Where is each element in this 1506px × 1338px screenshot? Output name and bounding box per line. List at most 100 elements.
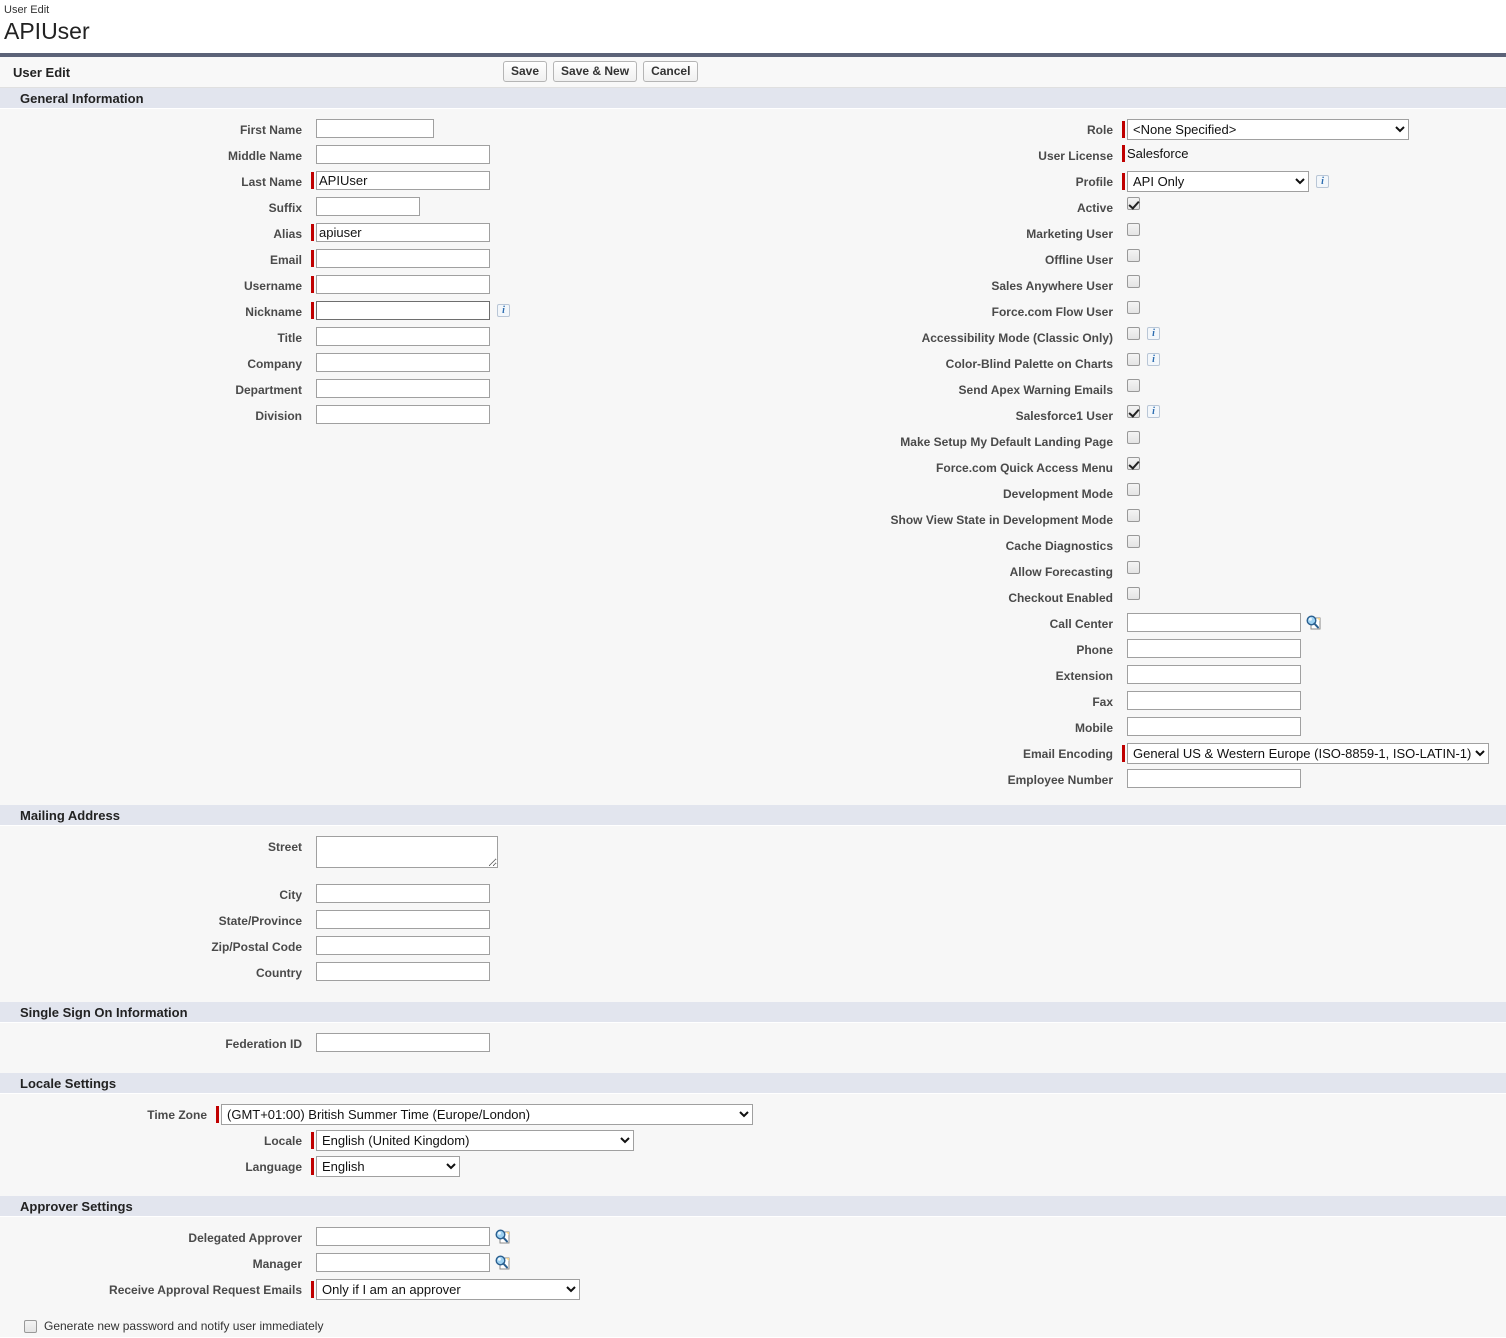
cache-diagnostics-checkbox[interactable] bbox=[1127, 535, 1140, 548]
label-last-name: Last Name bbox=[0, 171, 311, 190]
field-row-first-name: First Name bbox=[0, 119, 753, 145]
label-setup-landing: Make Setup My Default Landing Page bbox=[753, 431, 1122, 450]
field-row-flow-user: Force.com Flow User bbox=[753, 301, 1506, 327]
cancel-button[interactable]: Cancel bbox=[643, 61, 698, 82]
delegated-approver-input[interactable] bbox=[316, 1227, 490, 1246]
phone-input[interactable] bbox=[1127, 639, 1301, 658]
info-icon[interactable]: i bbox=[1316, 175, 1329, 188]
sso-left-column: Federation ID bbox=[0, 1033, 753, 1059]
time-zone-select[interactable]: (GMT+01:00) British Summer Time (Europe/… bbox=[221, 1104, 753, 1125]
label-quick-access: Force.com Quick Access Menu bbox=[753, 457, 1122, 476]
extension-input[interactable] bbox=[1127, 665, 1301, 684]
label-country: Country bbox=[0, 962, 311, 981]
street-textarea[interactable] bbox=[316, 836, 498, 868]
title-input[interactable] bbox=[316, 327, 490, 346]
required-marker bbox=[1122, 121, 1125, 138]
generate-password-checkbox[interactable] bbox=[24, 1320, 37, 1333]
last-name-input[interactable] bbox=[316, 171, 490, 190]
city-input[interactable] bbox=[316, 884, 490, 903]
middle-name-input[interactable] bbox=[316, 145, 490, 164]
suffix-input[interactable] bbox=[316, 197, 420, 216]
section-header-locale-settings: Locale Settings bbox=[0, 1073, 1506, 1094]
label-flow-user: Force.com Flow User bbox=[753, 301, 1122, 320]
action-toolbar: User Edit Save Save & New Cancel bbox=[0, 57, 1506, 88]
apex-warning-checkbox[interactable] bbox=[1127, 379, 1140, 392]
mobile-input[interactable] bbox=[1127, 717, 1301, 736]
field-row-dev-mode: Development Mode bbox=[753, 483, 1506, 509]
field-row-state-province: State/Province bbox=[0, 910, 753, 936]
generate-password-label: Generate new password and notify user im… bbox=[44, 1319, 323, 1333]
color-blind-checkbox[interactable] bbox=[1127, 353, 1140, 366]
language-select[interactable]: English bbox=[316, 1156, 460, 1177]
label-active: Active bbox=[753, 197, 1122, 216]
username-input[interactable] bbox=[316, 275, 490, 294]
label-color-blind: Color-Blind Palette on Charts bbox=[753, 353, 1122, 372]
receive-approval-emails-select[interactable]: Only if I am an approver bbox=[316, 1279, 580, 1300]
profile-select[interactable]: API Only bbox=[1127, 171, 1309, 192]
allow-forecasting-checkbox[interactable] bbox=[1127, 561, 1140, 574]
marketing-user-checkbox[interactable] bbox=[1127, 223, 1140, 236]
dev-mode-checkbox[interactable] bbox=[1127, 483, 1140, 496]
breadcrumb: User Edit bbox=[4, 4, 1506, 17]
department-input[interactable] bbox=[316, 379, 490, 398]
field-row-username: Username bbox=[0, 275, 753, 301]
info-icon[interactable]: i bbox=[1147, 405, 1160, 418]
company-input[interactable] bbox=[316, 353, 490, 372]
label-receive-approval-emails: Receive Approval Request Emails bbox=[0, 1279, 311, 1298]
field-row-color-blind: Color-Blind Palette on Charts i bbox=[753, 353, 1506, 379]
field-row-division: Division bbox=[0, 405, 753, 431]
zip-input[interactable] bbox=[316, 936, 490, 955]
active-checkbox[interactable] bbox=[1127, 197, 1140, 210]
required-marker bbox=[311, 250, 314, 267]
label-user-license: User License bbox=[753, 145, 1122, 164]
field-row-time-zone: Time Zone (GMT+01:00) British Summer Tim… bbox=[0, 1104, 753, 1130]
first-name-input[interactable] bbox=[316, 119, 434, 138]
label-federation-id: Federation ID bbox=[0, 1033, 311, 1052]
employee-number-input[interactable] bbox=[1127, 769, 1301, 788]
label-zip: Zip/Postal Code bbox=[0, 936, 311, 955]
lookup-icon[interactable] bbox=[494, 1254, 512, 1271]
country-input[interactable] bbox=[316, 962, 490, 981]
label-sales-anywhere-user: Sales Anywhere User bbox=[753, 275, 1122, 294]
lookup-icon[interactable] bbox=[1305, 614, 1323, 631]
save-button[interactable]: Save bbox=[503, 61, 547, 82]
offline-user-checkbox[interactable] bbox=[1127, 249, 1140, 262]
call-center-input[interactable] bbox=[1127, 613, 1301, 632]
division-input[interactable] bbox=[316, 405, 490, 424]
flow-user-checkbox[interactable] bbox=[1127, 301, 1140, 314]
label-middle-name: Middle Name bbox=[0, 145, 311, 164]
lookup-icon[interactable] bbox=[494, 1228, 512, 1245]
fax-input[interactable] bbox=[1127, 691, 1301, 710]
general-left-column: First Name Middle Name Last Name bbox=[0, 119, 753, 795]
label-cache-diagnostics: Cache Diagnostics bbox=[753, 535, 1122, 554]
info-icon[interactable]: i bbox=[1147, 353, 1160, 366]
email-input[interactable] bbox=[316, 249, 490, 268]
label-dev-mode: Development Mode bbox=[753, 483, 1122, 502]
locale-left-column: Time Zone (GMT+01:00) British Summer Tim… bbox=[0, 1104, 753, 1182]
field-row-suffix: Suffix bbox=[0, 197, 753, 223]
label-locale: Locale bbox=[0, 1130, 311, 1149]
salesforce1-user-checkbox[interactable] bbox=[1127, 405, 1140, 418]
field-row-allow-forecasting: Allow Forecasting bbox=[753, 561, 1506, 587]
label-division: Division bbox=[0, 405, 311, 424]
quick-access-checkbox[interactable] bbox=[1127, 457, 1140, 470]
setup-landing-checkbox[interactable] bbox=[1127, 431, 1140, 444]
checkout-enabled-checkbox[interactable] bbox=[1127, 587, 1140, 600]
manager-input[interactable] bbox=[316, 1253, 490, 1272]
alias-input[interactable] bbox=[316, 223, 490, 242]
locale-select[interactable]: English (United Kingdom) bbox=[316, 1130, 634, 1151]
field-row-salesforce1-user: Salesforce1 User i bbox=[753, 405, 1506, 431]
info-icon[interactable]: i bbox=[1147, 327, 1160, 340]
federation-id-input[interactable] bbox=[316, 1033, 490, 1052]
sales-anywhere-user-checkbox[interactable] bbox=[1127, 275, 1140, 288]
role-select[interactable]: <None Specified> bbox=[1127, 119, 1409, 140]
field-row-zip: Zip/Postal Code bbox=[0, 936, 753, 962]
state-province-input[interactable] bbox=[316, 910, 490, 929]
info-icon[interactable]: i bbox=[497, 304, 510, 317]
nickname-input[interactable] bbox=[316, 301, 490, 320]
approver-settings-body: Delegated Approver Manage bbox=[0, 1217, 1506, 1337]
view-state-checkbox[interactable] bbox=[1127, 509, 1140, 522]
accessibility-mode-checkbox[interactable] bbox=[1127, 327, 1140, 340]
email-encoding-select[interactable]: General US & Western Europe (ISO-8859-1,… bbox=[1127, 743, 1489, 764]
save-and-new-button[interactable]: Save & New bbox=[553, 61, 637, 82]
